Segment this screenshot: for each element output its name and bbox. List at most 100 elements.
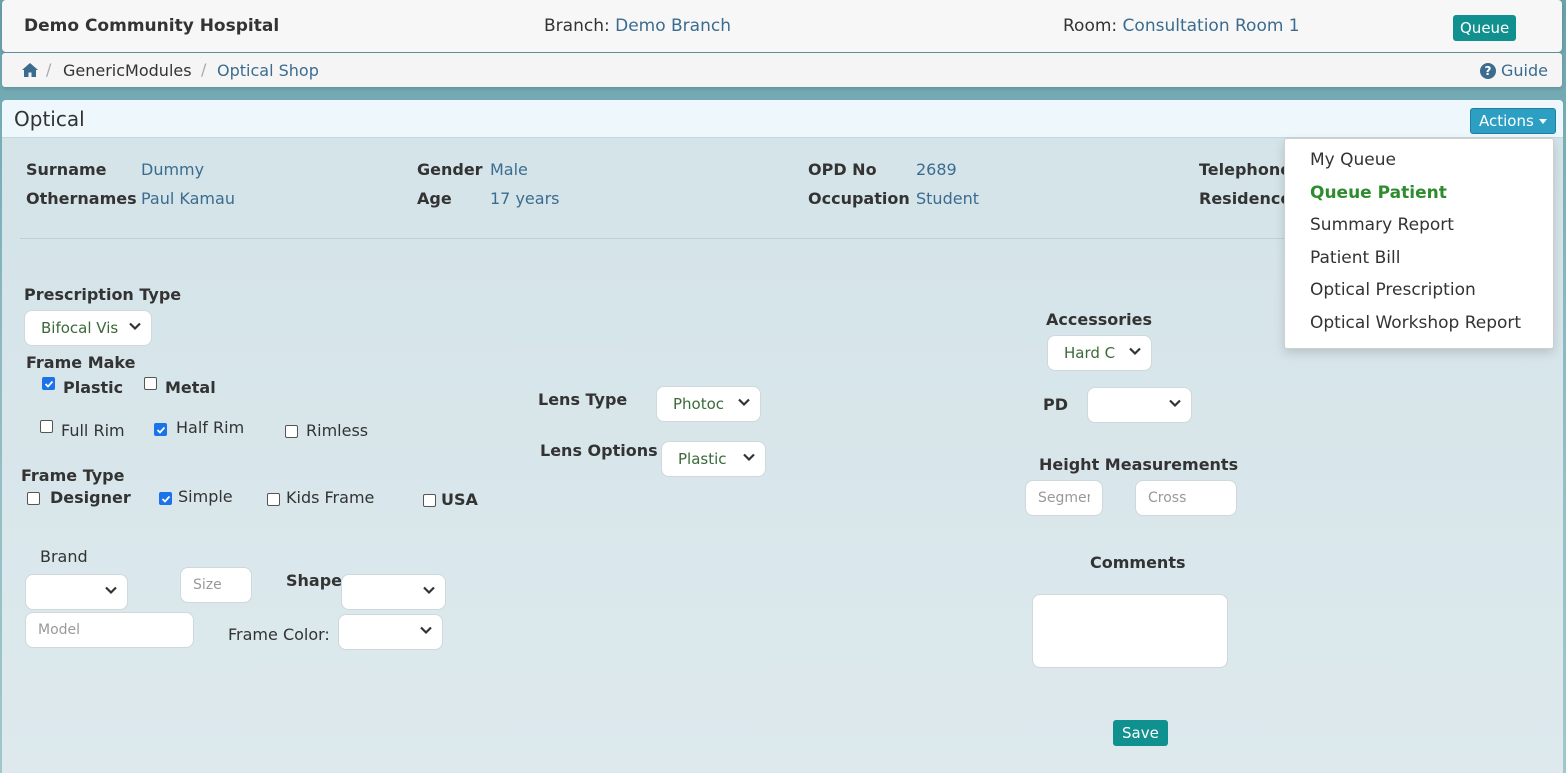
chevron-down-icon [738, 398, 750, 407]
simple-checkbox[interactable] [159, 492, 172, 505]
gender-label: Gender [417, 160, 483, 179]
branch-info: Branch: Demo Branch [544, 16, 731, 36]
frame-type-label: Frame Type [21, 466, 125, 485]
shape-select[interactable] [341, 574, 446, 610]
metal-label: Metal [165, 378, 216, 397]
branch-label: Branch: [544, 16, 610, 36]
brand-label: Brand [40, 547, 88, 566]
lens-type-label: Lens Type [538, 390, 628, 409]
telephone-label: Telephone [1199, 160, 1292, 179]
kids-frame-label: Kids Frame [286, 488, 375, 507]
plastic-checkbox[interactable] [42, 377, 55, 390]
room-info: Room: Consultation Room 1 [1063, 16, 1300, 36]
chevron-down-icon [105, 586, 117, 595]
chevron-down-icon [420, 626, 432, 635]
comments-label: Comments [1090, 553, 1186, 572]
gender-value: Male [490, 160, 528, 179]
breadcrumb: / GenericModules / Optical Shop ? Guide [2, 53, 1562, 87]
lens-type-select[interactable]: Photoc [656, 386, 761, 422]
question-circle-icon: ? [1480, 62, 1496, 79]
check-icon [44, 380, 54, 388]
comments-textarea[interactable] [1032, 594, 1228, 668]
room-value[interactable]: Consultation Room 1 [1123, 16, 1300, 36]
occupation-value: Student [916, 189, 979, 208]
menu-item-optical-prescription[interactable]: Optical Prescription [1310, 280, 1476, 300]
rimless-checkbox[interactable] [285, 425, 298, 438]
age-value: 17 years [490, 189, 560, 208]
frame-make-label: Frame Make [26, 353, 136, 372]
breadcrumb-item-genericmodules[interactable]: GenericModules [63, 61, 192, 80]
actions-label: Actions [1479, 112, 1534, 130]
brand-select[interactable] [25, 574, 128, 610]
segment-input[interactable] [1025, 480, 1103, 516]
chevron-down-icon [423, 586, 435, 595]
height-measurements-label: Height Measurements [1039, 455, 1239, 474]
lens-options-select[interactable]: Plastic [661, 441, 766, 477]
panel-header: Optical Actions [2, 100, 1563, 138]
frame-color-label: Frame Color: [228, 625, 330, 644]
surname-value: Dummy [141, 160, 205, 179]
save-button[interactable]: Save [1113, 720, 1168, 746]
opd-value: 2689 [916, 160, 957, 179]
age-label: Age [417, 189, 452, 208]
check-icon [156, 426, 166, 434]
actions-button[interactable]: Actions [1470, 108, 1556, 134]
hospital-name: Demo Community Hospital [24, 16, 280, 36]
top-header: Demo Community Hospital Branch: Demo Bra… [2, 0, 1562, 52]
chevron-down-icon [743, 453, 755, 462]
chevron-down-icon [1129, 347, 1141, 356]
caret-down-icon [1538, 119, 1547, 124]
usa-checkbox[interactable] [423, 494, 436, 507]
lens-options-label: Lens Options [540, 441, 658, 460]
rimless-label: Rimless [306, 421, 369, 440]
lens-type-value: Photoc [673, 395, 725, 413]
menu-item-my-queue[interactable]: My Queue [1310, 150, 1396, 170]
shape-label: Shape: [286, 571, 349, 590]
menu-item-queue-patient[interactable]: Queue Patient [1310, 183, 1447, 203]
usa-label: USA [441, 490, 478, 509]
menu-item-summary-report[interactable]: Summary Report [1310, 215, 1454, 235]
occupation-label: Occupation [808, 189, 910, 208]
full-rim-checkbox[interactable] [40, 420, 53, 433]
home-icon[interactable] [21, 62, 39, 82]
chevron-down-icon [129, 322, 141, 331]
guide-link[interactable]: ? Guide [1480, 61, 1548, 80]
breadcrumb-item-optical-shop[interactable]: Optical Shop [217, 61, 319, 80]
branch-value[interactable]: Demo Branch [615, 16, 731, 36]
frame-color-select[interactable] [338, 614, 443, 650]
designer-checkbox[interactable] [27, 492, 40, 505]
othernames-label: Othernames [26, 189, 137, 208]
half-rim-label: Half Rim [176, 418, 245, 437]
designer-label: Designer [50, 488, 131, 507]
accessories-select[interactable]: Hard C [1047, 335, 1152, 371]
chevron-down-icon [1169, 399, 1181, 408]
menu-item-optical-workshop-report[interactable]: Optical Workshop Report [1310, 313, 1521, 333]
actions-dropdown-menu: My Queue Queue Patient Summary Report Pa… [1284, 138, 1554, 349]
queue-button[interactable]: Queue [1453, 15, 1517, 41]
othernames-value: Paul Kamau [141, 189, 235, 208]
accessories-label: Accessories [1046, 310, 1152, 329]
breadcrumb-separator: / [201, 60, 207, 79]
kids-frame-checkbox[interactable] [267, 493, 280, 506]
prescription-type-value: Bifocal Vis [41, 319, 119, 337]
model-input[interactable] [25, 612, 194, 648]
lens-options-value: Plastic [678, 450, 727, 468]
size-input[interactable] [180, 567, 252, 603]
half-rim-checkbox[interactable] [154, 423, 167, 436]
prescription-type-select[interactable]: Bifocal Vis [24, 310, 152, 346]
simple-label: Simple [178, 487, 233, 506]
pd-label: PD [1043, 395, 1069, 414]
metal-checkbox[interactable] [144, 377, 157, 390]
full-rim-label: Full Rim [61, 421, 125, 440]
plastic-label: Plastic [63, 378, 124, 397]
pd-select[interactable] [1087, 387, 1192, 423]
check-icon [161, 495, 171, 503]
page-title: Optical [14, 107, 85, 131]
opd-label: OPD No [808, 160, 877, 179]
cross-input[interactable] [1135, 480, 1237, 516]
menu-item-patient-bill[interactable]: Patient Bill [1310, 248, 1400, 268]
accessories-value: Hard C [1064, 344, 1116, 362]
breadcrumb-separator: / [46, 60, 52, 79]
surname-label: Surname [26, 160, 107, 179]
residence-label: Residence [1199, 189, 1292, 208]
